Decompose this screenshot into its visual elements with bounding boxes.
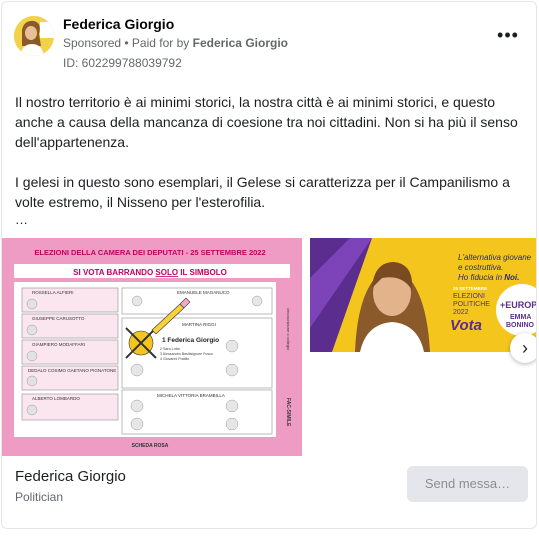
michela-name: MICHELA VITTORIA BRAMBILLA: [157, 393, 225, 398]
left-name-3: GIAMPIERO MODAFFARI: [32, 342, 85, 347]
ad-id: ID: 602299788039792: [63, 56, 182, 70]
side-label-1: circoscrizione o collegio: [286, 308, 291, 351]
sub-candidate-1: 2 Sara Lotta: [160, 347, 180, 351]
footer-page-name[interactable]: Federica Giorgio: [15, 468, 126, 485]
ballot-header: ELEZIONI DELLA CAMERA DEI DEPUTATI - 25 …: [34, 248, 265, 257]
promo-graphic: L'alternativa giovane e costruttiva. Ho …: [310, 238, 537, 352]
paid-by-name[interactable]: Federica Giorgio: [193, 36, 288, 50]
send-message-button[interactable]: Send messa…: [407, 466, 528, 502]
more-options-icon[interactable]: •••: [496, 26, 520, 46]
page-avatar[interactable]: [14, 16, 54, 56]
body-paragraph-2: I gelesi in questo sono esemplari, il Ge…: [15, 174, 510, 210]
ad-card: Federica Giorgio Sponsored • Paid for by…: [1, 1, 537, 529]
logo-bonino: BONINO: [506, 322, 535, 329]
post-body: Il nostro territorio è ai minimi storici…: [15, 92, 520, 212]
promo-elezioni: ELEZIONI: [453, 293, 485, 300]
sub-candidate-2: 3 Alessandro Basilisignore Fusco: [160, 352, 213, 356]
left-name-1: ROSSELLA ALFIERI: [32, 290, 74, 295]
page-name[interactable]: Federica Giorgio: [63, 16, 174, 32]
left-name-2: GIUSEPPE CARUSOTTO: [32, 316, 85, 321]
left-name-4: DEDALO COSIMO GAETANO PIGNATONE: [28, 368, 116, 373]
side-label-2: FAC-SIMILE: [285, 398, 291, 427]
see-more-ellipsis[interactable]: …: [15, 212, 28, 227]
logo-emma: EMMA: [510, 314, 531, 321]
ballot-instruction: SI VOTA BARRANDO SOLO IL SIMBOLO: [73, 268, 227, 277]
candidate-name: 1 Federica Giorgio: [162, 337, 219, 344]
left-name-5: ALBERTO LOMBARDO: [32, 396, 80, 401]
sub-candidate-3: 4 Giovanni Pratillo: [160, 357, 189, 361]
tagline-line-2: e costruttiva.: [458, 263, 503, 272]
sponsored-label: Sponsored: [63, 36, 122, 50]
right-name-top: EMANUELE MAGANUCO: [177, 290, 230, 295]
carousel-image-ballot[interactable]: ELEZIONI DELLA CAMERA DEI DEPUTATI - 25 …: [2, 238, 302, 456]
paid-for-prefix: • Paid for by: [121, 36, 193, 50]
promo-vota: Vota: [450, 317, 482, 334]
promo-politiche: POLITICHE: [453, 301, 490, 308]
promo-date: 25 SETTEMBRE: [453, 286, 487, 291]
promo-year: 2022: [453, 309, 469, 316]
footer-page-category: Politician: [15, 490, 64, 504]
ballot-footer: SCHEDA ROSA: [132, 443, 169, 449]
carousel-image-promo[interactable]: L'alternativa giovane e costruttiva. Ho …: [310, 238, 537, 352]
ballot-graphic: ELEZIONI DELLA CAMERA DEI DEPUTATI - 25 …: [2, 238, 302, 456]
body-paragraph-1: Il nostro territorio è ai minimi storici…: [15, 94, 518, 150]
martina-name: MARTINA RIGGI: [182, 322, 216, 327]
carousel-next-icon[interactable]: ›: [510, 333, 536, 363]
sponsored-line: Sponsored • Paid for by Federica Giorgio: [63, 36, 288, 50]
logo-europa: +EUROPA: [500, 300, 537, 310]
avatar-photo: [14, 16, 54, 56]
tagline-line-1: L'alternativa giovane: [458, 253, 532, 262]
tagline-line-3: Ho fiducia in Noi.: [458, 273, 519, 282]
